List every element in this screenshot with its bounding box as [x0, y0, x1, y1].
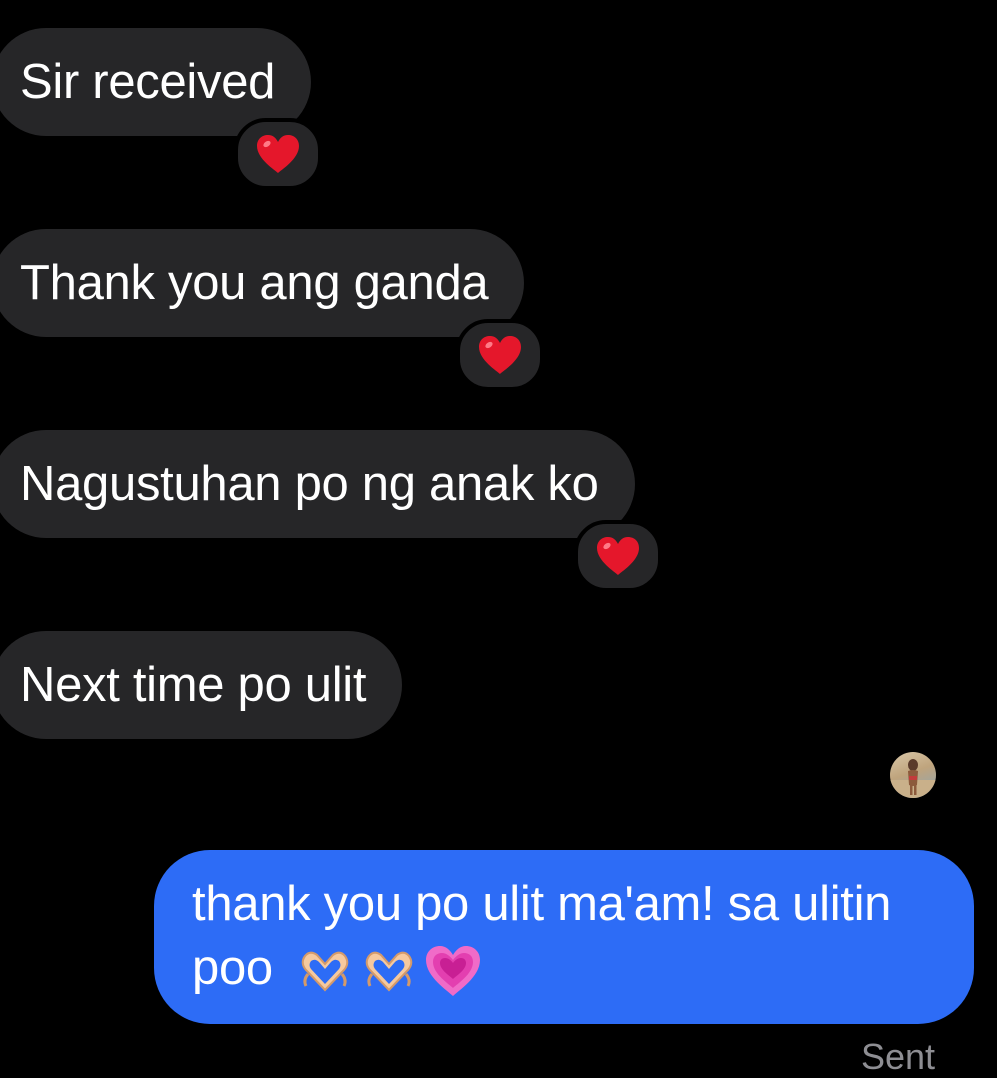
message-text: poo [192, 941, 273, 995]
message-text: Sir received [20, 55, 276, 109]
heart-reaction[interactable] [456, 319, 544, 391]
message-text-line-2: poo [192, 936, 944, 1000]
avatar[interactable] [890, 752, 936, 798]
red-heart-icon [479, 336, 521, 374]
heart-reaction[interactable] [234, 118, 322, 190]
message-text: Nagustuhan po ng anak ko [20, 457, 599, 511]
incoming-message[interactable]: Thank you ang ganda [0, 229, 525, 337]
avatar-photo-icon [890, 759, 936, 798]
heart-hands-icon [365, 951, 413, 992]
incoming-message[interactable]: Next time po ulit [0, 631, 403, 739]
heart-reaction[interactable] [574, 520, 662, 592]
message-text-line-1: thank you po ulit ma'am! sa ulitin [192, 877, 892, 931]
growing-heart-icon [426, 946, 481, 997]
emoji-group [296, 944, 482, 998]
outgoing-message[interactable]: thank you po ulit ma'am! sa ulitin poo [154, 850, 974, 1024]
red-heart-icon [597, 537, 639, 575]
message-text: Next time po ulit [20, 658, 367, 712]
red-heart-icon [257, 135, 299, 173]
heart-hands-icon [301, 951, 349, 992]
incoming-message[interactable]: Nagustuhan po ng anak ko [0, 430, 635, 538]
message-text: Thank you ang ganda [20, 256, 489, 310]
